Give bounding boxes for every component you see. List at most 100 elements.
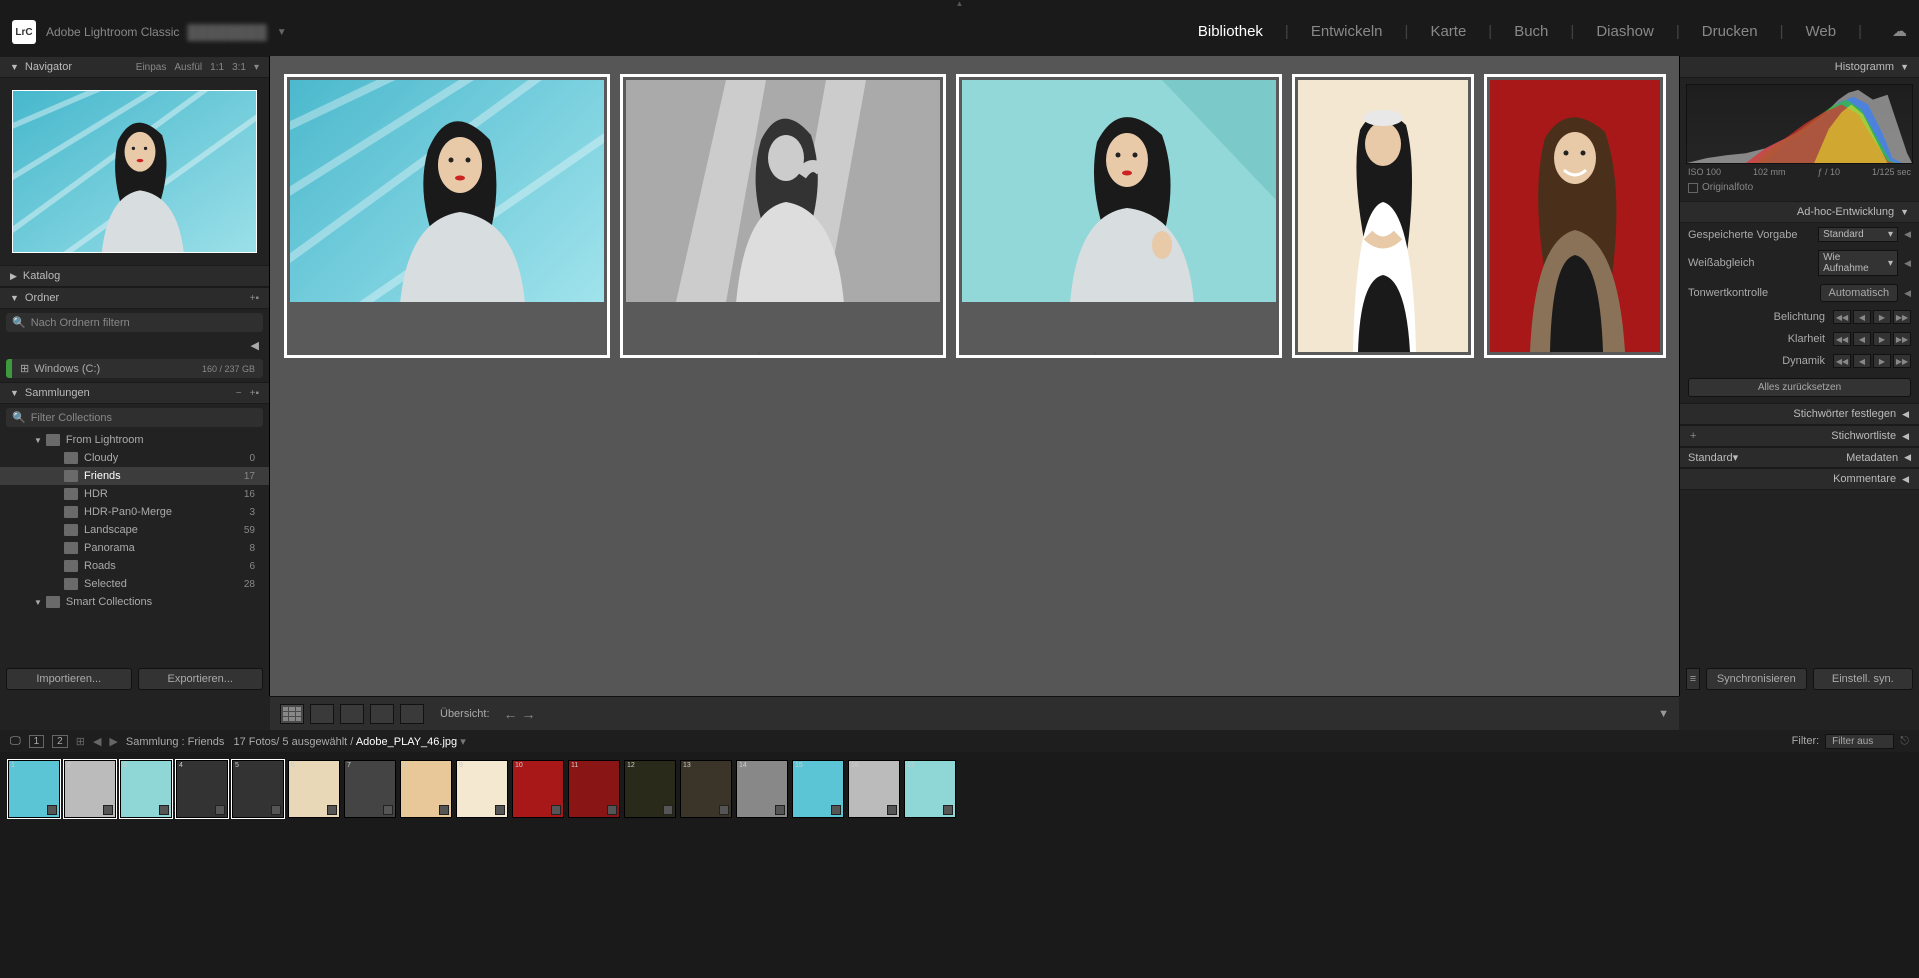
filmstrip-thumb[interactable]: 17 [904,760,956,818]
filmstrip-thumb[interactable]: 13 [680,760,732,818]
people-view-button[interactable] [400,704,424,724]
filmstrip-thumb[interactable]: 6 [288,760,340,818]
compare-view-button[interactable] [340,704,364,724]
collection-landscape[interactable]: Landscape59 [0,521,269,539]
expand-icon[interactable]: ◀ [1904,258,1911,269]
nav-fit-3-1[interactable]: 3:1 [232,62,246,73]
nav-fit-1-1[interactable]: 1:1 [210,62,224,73]
identity-dropdown-icon[interactable]: ▼ [277,27,287,38]
collection-filter-input[interactable]: 🔍 Filter Collections [6,408,263,427]
vibrance-stepper[interactable]: ◀◀◀▶▶▶ [1833,354,1911,368]
survey-view-button[interactable] [370,704,394,724]
import-button[interactable]: Importieren... [6,668,132,690]
filmstrip-thumb[interactable]: 5 [232,760,284,818]
module-web[interactable]: Web [1806,23,1837,42]
collection-panorama[interactable]: Panorama8 [0,539,269,557]
grid-small-icon[interactable]: ⊞ [76,735,85,748]
filmstrip-thumb[interactable]: 11 [568,760,620,818]
grid-thumb-2[interactable]: • · · · · [622,76,944,356]
drive-row[interactable]: ⊞ Windows (C:) 160 / 237 GB [6,359,263,378]
collection-roads[interactable]: Roads6 [0,557,269,575]
toolbar-more-icon[interactable]: ▼ [1658,708,1669,720]
display-1-button[interactable]: 1 [29,735,45,748]
expand-icon[interactable]: ◀ [1904,229,1911,240]
prev-photo-icon[interactable]: ← [504,706,518,722]
clarity-stepper[interactable]: ◀◀◀▶▶▶ [1833,332,1911,346]
navigator-preview[interactable] [0,78,269,265]
collection-cloudy[interactable]: Cloudy0 [0,449,269,467]
sync-button[interactable]: Synchronisieren [1706,668,1807,690]
filmstrip-thumb[interactable]: 16 [848,760,900,818]
navigator-header[interactable]: ▼ Navigator Einpas Ausfül 1:1 3:1 ▾ [0,56,269,78]
back-icon[interactable]: ◀ [93,735,101,748]
grid-thumb-4[interactable] [1294,76,1472,356]
sync-settings-button[interactable]: Einstell. syn. [1813,668,1914,690]
forward-icon[interactable]: ▶ [109,735,117,748]
collection-set-from-lightroom[interactable]: ▼ From Lightroom [0,431,269,449]
grid-thumb-1[interactable] [286,76,608,356]
filmstrip-thumb[interactable]: 12 [624,760,676,818]
sammlungen-header[interactable]: ▼ Sammlungen −+▪ [0,382,269,404]
module-karte[interactable]: Karte [1430,23,1466,42]
collection-hdr-pan0-merge[interactable]: HDR-Pan0-Merge3 [0,503,269,521]
grid-thumb-3[interactable]: • · · · · [958,76,1280,356]
exposure-stepper[interactable]: ◀◀◀▶▶▶ [1833,310,1911,324]
add-folder-icon[interactable]: +▪ [250,293,259,304]
grid-view[interactable]: • · · · · • · · · · • · · · · [270,56,1679,696]
add-collection-icon[interactable]: +▪ [250,388,259,399]
filmstrip[interactable]: 1234567891011121314151617 [0,752,1919,826]
module-diashow[interactable]: Diashow [1596,23,1654,42]
nav-fit-dropdown-icon[interactable]: ▾ [254,62,259,73]
nav-fit-einpas[interactable]: Einpas [136,62,167,73]
filmstrip-thumb[interactable]: 10 [512,760,564,818]
filmstrip-thumb[interactable]: 4 [176,760,228,818]
wb-select[interactable]: Wie Aufnahme▾ [1818,250,1898,276]
module-drucken[interactable]: Drucken [1702,23,1758,42]
filmstrip-thumb[interactable]: 15 [792,760,844,818]
keywords-set-header[interactable]: Stichwörter festlegen◀ [1680,403,1919,425]
keywords-list-header[interactable]: +Stichwortliste◀ [1680,425,1919,447]
loupe-view-button[interactable] [310,704,334,724]
adhoc-header[interactable]: Ad-hoc-Entwicklung ▼ [1680,201,1919,223]
folder-row-empty[interactable]: ◀ [0,336,269,355]
filmstrip-thumb[interactable]: 8 [400,760,452,818]
filmstrip-thumb[interactable]: 2 [64,760,116,818]
module-entwickeln[interactable]: Entwickeln [1311,23,1383,42]
collection-hdr[interactable]: HDR16 [0,485,269,503]
module-bibliothek[interactable]: Bibliothek [1198,23,1263,42]
reset-all-button[interactable]: Alles zurücksetzen [1688,378,1911,397]
filter-select[interactable]: Filter aus [1825,734,1894,749]
collection-selected[interactable]: Selected28 [0,575,269,593]
histogram-display[interactable] [1686,84,1913,164]
top-collapse-handle[interactable]: ▲ [0,0,1919,8]
preset-select[interactable]: Standard▾ [1818,227,1898,242]
cloud-sync-icon[interactable]: ☁ [1892,22,1907,42]
source-path[interactable]: Sammlung : Friends [126,736,224,748]
smart-collections-set[interactable]: ▼ Smart Collections [0,593,269,611]
filmstrip-thumb[interactable]: 14 [736,760,788,818]
display-2-button[interactable]: 2 [52,735,68,748]
filmstrip-thumb[interactable]: 3 [120,760,172,818]
collection-friends[interactable]: Friends17 [0,467,269,485]
filter-lock-icon[interactable]: ⎋ [1900,735,1909,748]
original-photo-checkbox[interactable]: Originalfoto [1686,180,1913,195]
filmstrip-thumb[interactable]: 9 [456,760,508,818]
ordner-header[interactable]: ▼ Ordner +▪ [0,287,269,309]
metadata-preset-select[interactable]: Standard▾ [1688,451,1788,464]
module-buch[interactable]: Buch [1514,23,1548,42]
next-photo-icon[interactable]: → [522,706,536,722]
grid-thumb-5[interactable]: • · · · · [1486,76,1664,356]
comments-header[interactable]: Kommentare◀ [1680,468,1919,490]
expand-icon[interactable]: ◀ [1904,288,1911,299]
metadata-header[interactable]: Standard▾ Metadaten◀ [1680,447,1919,468]
auto-tone-button[interactable]: Automatisch [1820,284,1899,302]
katalog-header[interactable]: ▶ Katalog [0,265,269,287]
histogram-header[interactable]: Histogramm ▼ [1680,56,1919,78]
folder-filter-input[interactable]: 🔍 Nach Ordnern filtern [6,313,263,332]
secondary-display-icon[interactable]: 🖵 [10,735,21,748]
filmstrip-thumb[interactable]: 1 [8,760,60,818]
grid-view-button[interactable] [280,704,304,724]
nav-fit-ausful[interactable]: Ausfül [174,62,202,73]
export-button[interactable]: Exportieren... [138,668,264,690]
remove-icon[interactable]: − [236,388,242,399]
